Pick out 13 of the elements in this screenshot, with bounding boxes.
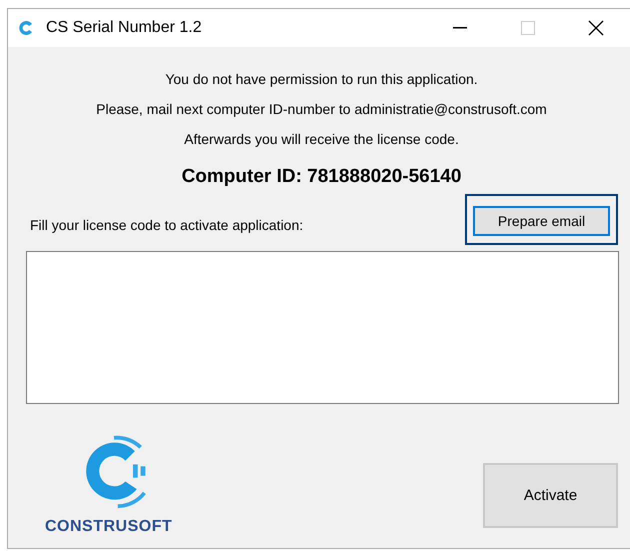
minimize-icon [453,27,467,29]
message-text: Please, mail next computer ID-number to administratie@construsoft.com [96,100,547,119]
license-code-field[interactable] [26,251,619,404]
window-title: CS Serial Number 1.2 [46,19,202,37]
close-icon [588,20,604,36]
activate-button[interactable]: Activate [483,463,618,528]
maximize-icon [521,21,535,35]
logo-wordmark: CONSTRUSOFT [45,518,172,536]
license-code-label: Fill your license code to activate application: [30,217,304,233]
message-text: Afterwards you will receive the license code. [184,130,459,149]
message-text: You do not have permission to run this application. [165,70,478,89]
prepare-email-button[interactable]: Prepare email [473,206,610,236]
computer-id-text: Computer ID: 781888020-56140 [182,166,462,188]
